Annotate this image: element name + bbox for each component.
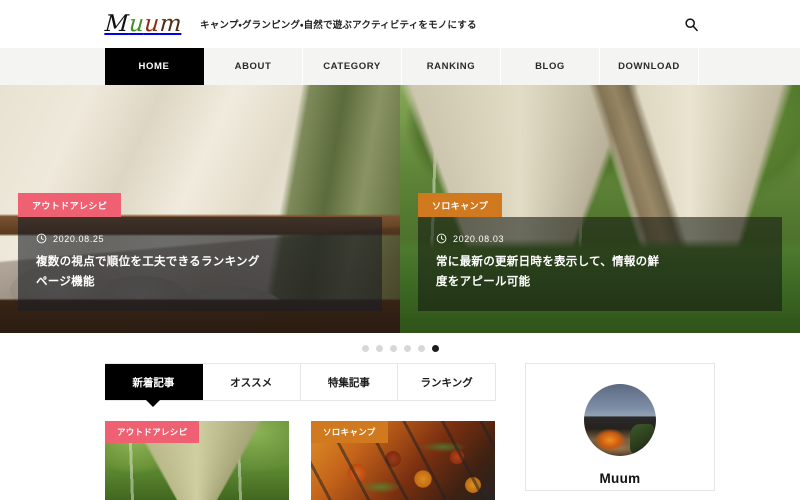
hero-category-badge-2[interactable]: ソロキャンプ (418, 193, 503, 218)
nav-item-blog[interactable]: BLOG (501, 48, 600, 85)
nav-item-about[interactable]: ABOUT (204, 48, 303, 85)
page-main: 新着記事 オススメ 特集記事 ランキング アウトドアレシピ ソロキャンプ Muu… (0, 363, 800, 500)
carousel-dot-4[interactable] (403, 344, 411, 352)
profile-widget: Muum (525, 363, 715, 491)
profile-name: Muum (599, 471, 641, 486)
carousel-dots (0, 333, 800, 363)
nav-item-category[interactable]: CATEGORY (303, 48, 402, 85)
hero-slider: アウトドアレシピ 2020.08.25 複数の視点で順位を工夫できるランキングペ… (0, 85, 800, 333)
clock-icon (36, 234, 47, 244)
search-icon[interactable] (680, 13, 702, 35)
carousel-dot-1[interactable] (361, 344, 369, 352)
hero-date-2: 2020.08.03 (453, 233, 505, 244)
article-thumbnail: ソロキャンプ (311, 421, 495, 500)
hero-overlay-1: アウトドアレシピ 2020.08.25 複数の視点で順位を工夫できるランキングペ… (18, 193, 382, 311)
nav-item-home[interactable]: HOME (105, 48, 204, 85)
search-icon-glyph (684, 17, 698, 31)
carousel-dot-3[interactable] (389, 344, 397, 352)
logo-letter-1: M (104, 10, 131, 37)
hero-date-row-1: 2020.08.25 (36, 233, 364, 244)
carousel-dot-2[interactable] (375, 344, 383, 352)
nav-item-ranking[interactable]: RANKING (402, 48, 501, 85)
tab-new-articles[interactable]: 新着記事 (105, 364, 203, 400)
carousel-dot-6[interactable] (431, 344, 439, 352)
article-card[interactable]: アウトドアレシピ (105, 421, 289, 500)
tab-recommended[interactable]: オススメ (202, 364, 301, 400)
main-navigation: HOME ABOUT CATEGORY RANKING BLOG DOWNLOA… (0, 48, 800, 85)
article-category-badge[interactable]: ソロキャンプ (311, 421, 388, 443)
hero-slide-2[interactable]: ソロキャンプ 2020.08.03 常に最新の更新日時を表示して、情報の鮮度をア… (400, 85, 800, 333)
clock-icon (436, 234, 447, 244)
article-tabs: 新着記事 オススメ 特集記事 ランキング (105, 363, 496, 401)
avatar (584, 384, 656, 456)
hero-overlay-2: ソロキャンプ 2020.08.03 常に最新の更新日時を表示して、情報の鮮度をア… (418, 193, 782, 311)
carousel-dot-5[interactable] (417, 344, 425, 352)
tab-features[interactable]: 特集記事 (300, 364, 399, 400)
nav-right-spacer (699, 48, 800, 85)
hero-title-2: 常に最新の更新日時を表示して、情報の鮮度をアピール可能 (436, 256, 660, 289)
article-thumbnail: アウトドアレシピ (105, 421, 289, 500)
logo-letter-4: m (158, 10, 183, 37)
hero-slide-1[interactable]: アウトドアレシピ 2020.08.25 複数の視点で順位を工夫できるランキングペ… (0, 85, 400, 333)
site-tagline: キャンプ・グランピング・自然で遊ぶアクティビティをモノにする (200, 20, 477, 31)
hero-date-row-2: 2020.08.03 (436, 233, 764, 244)
hero-category-badge-1[interactable]: アウトドアレシピ (18, 193, 122, 218)
tab-ranking[interactable]: ランキング (398, 364, 495, 400)
logo-letter-3: u (143, 10, 161, 37)
site-header: Muum キャンプ・グランピング・自然で遊ぶアクティビティをモノにする (0, 0, 800, 48)
hero-title-1: 複数の視点で順位を工夫できるランキングページ機能 (36, 256, 260, 289)
article-card[interactable]: ソロキャンプ (311, 421, 495, 500)
content-column: 新着記事 オススメ 特集記事 ランキング アウトドアレシピ ソロキャンプ (105, 363, 515, 500)
nav-left-spacer (0, 48, 105, 85)
article-card-grid: アウトドアレシピ ソロキャンプ (105, 421, 515, 500)
hero-date-1: 2020.08.25 (53, 233, 105, 244)
nav-item-download[interactable]: DOWNLOAD (600, 48, 699, 85)
article-category-badge[interactable]: アウトドアレシピ (105, 421, 200, 443)
site-logo[interactable]: Muum (104, 10, 183, 37)
sidebar: Muum (525, 363, 715, 500)
